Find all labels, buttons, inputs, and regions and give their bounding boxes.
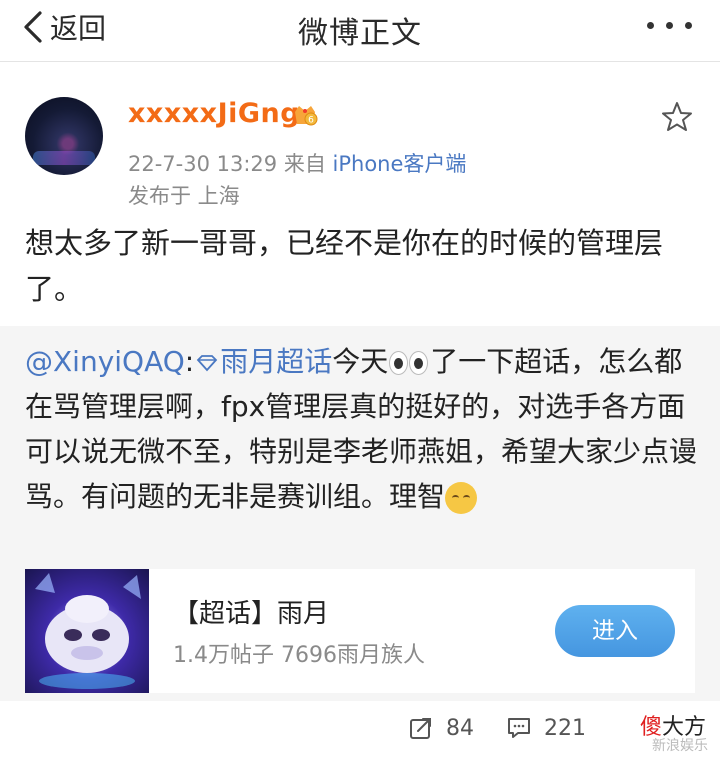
page-title: 微博正文 (298, 16, 422, 51)
comment-icon (508, 718, 530, 738)
vip-crown-icon[interactable]: 6 (292, 102, 318, 130)
action-bar: 84 221 傻大方 新浪娱乐 (0, 701, 720, 757)
vip-level: 6 (308, 116, 314, 126)
share-icon (410, 718, 431, 739)
avatar[interactable] (25, 97, 103, 175)
source-prefix: 来自 (283, 152, 326, 176)
more-dots-icon[interactable] (647, 22, 692, 29)
topic-card-title: 【超话】雨月 (173, 599, 330, 629)
diamond-icon (196, 355, 218, 372)
comment-button[interactable]: 221 (506, 715, 586, 741)
topic-card-thumbnail (25, 569, 149, 693)
repost-text: @XinyiQAQ: 雨月超话今天 了一下超话，怎么都在骂管理层啊，fpx管理层真的… (25, 339, 700, 519)
pensive-face-emoji (445, 482, 478, 514)
repost-text-part1: 今天 (332, 345, 389, 378)
enter-button[interactable]: 进入 (555, 605, 675, 657)
post-meta: 22-7-30 13:29 来自 iPhone客户端 (128, 148, 466, 178)
mention-link[interactable]: @XinyiQAQ (25, 345, 185, 378)
post-location: 发布于 上海 (128, 184, 240, 208)
watermark-sub: 新浪娱乐 (652, 738, 708, 754)
share-count: 84 (446, 715, 474, 741)
topic-card[interactable]: 【超话】雨月 1.4万帖子 7696雨月族人 进入 (25, 569, 695, 693)
comment-count: 221 (544, 715, 586, 741)
post-time: 22-7-30 13:29 (128, 152, 278, 176)
topic-link[interactable]: 雨月超话 (220, 345, 332, 378)
star-outline-icon[interactable] (660, 100, 694, 134)
mention-colon: : (184, 345, 195, 378)
navigation-bar: 返回 微博正文 (0, 0, 720, 62)
eyes-emoji (388, 349, 430, 377)
post-source[interactable]: iPhone客户端 (333, 152, 467, 176)
share-button[interactable]: 84 (408, 715, 474, 741)
mascot-illustration (35, 573, 141, 689)
post-text: 想太多了新一哥哥，已经不是你在的时候的管理层了。 (25, 226, 664, 306)
topic-card-stats: 1.4万帖子 7696雨月族人 (173, 643, 425, 668)
repost-block[interactable]: @XinyiQAQ: 雨月超话今天 了一下超话，怎么都在骂管理层啊，fpx管理层真的… (0, 326, 720, 701)
username[interactable]: xxxxxJiGng (128, 98, 300, 129)
